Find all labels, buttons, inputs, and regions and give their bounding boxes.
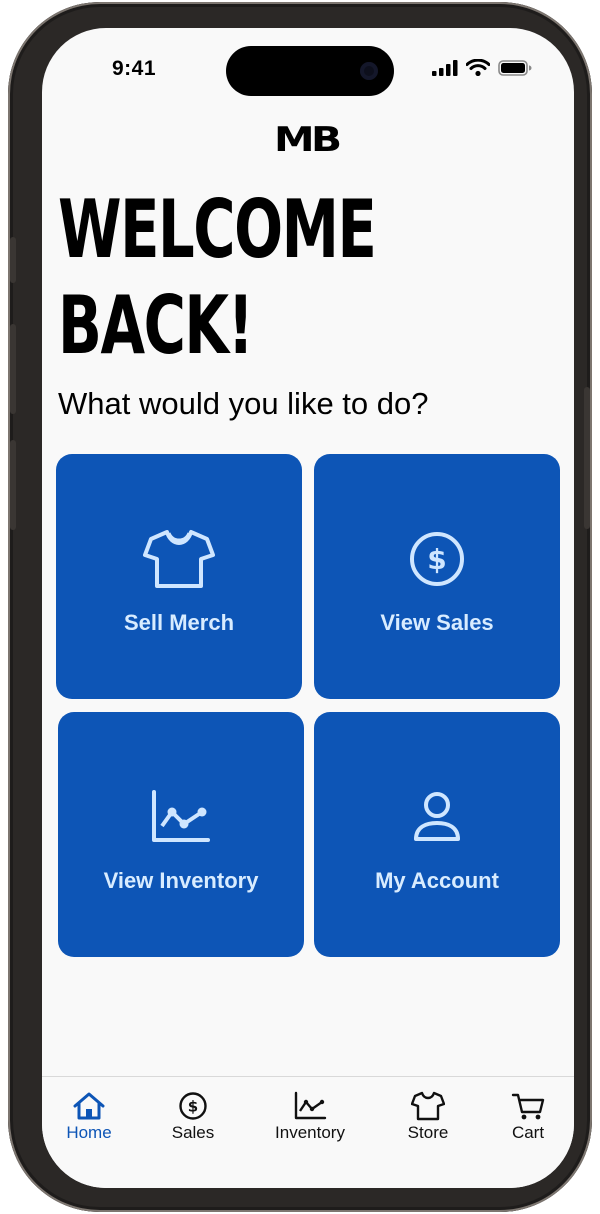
sell-merch-button[interactable]: Sell Merch: [56, 454, 302, 699]
page-title: WELCOME BACK!: [58, 182, 377, 374]
view-inventory-button[interactable]: View Inventory: [58, 712, 304, 957]
sell-merch-label: Sell Merch: [123, 610, 235, 635]
view-sales-button[interactable]: $ View Sales: [314, 454, 560, 699]
person-icon: [414, 792, 460, 841]
status-time: 9:41: [112, 57, 157, 80]
svg-text:$: $: [427, 543, 446, 576]
page-subtitle: What would you like to do?: [58, 386, 429, 421]
status-icons: [432, 59, 532, 76]
tab-cart-label: Cart: [511, 1123, 545, 1142]
brand-logo: MB: [274, 120, 342, 160]
volume-up-button: [10, 324, 16, 414]
tab-home-label: Home: [66, 1123, 112, 1142]
tab-store-label: Store: [407, 1123, 449, 1142]
line-chart-icon: [294, 1091, 327, 1120]
cart-icon: [511, 1093, 545, 1120]
tab-home[interactable]: Home: [62, 1091, 116, 1143]
title-line-2: BACK!: [58, 279, 254, 372]
my-account-label: My Account: [375, 868, 499, 893]
view-inventory-label: View Inventory: [103, 868, 259, 893]
dollar-circle-icon: $: [410, 532, 464, 586]
tab-sales-label: Sales: [171, 1123, 215, 1142]
status-bar: 9:41: [42, 28, 574, 108]
tab-inventory[interactable]: Inventory: [268, 1091, 352, 1143]
tshirt-icon: [143, 530, 215, 588]
wifi-icon: [466, 59, 490, 76]
tshirt-icon: [411, 1091, 445, 1121]
phone-frame: 9:41 MB WELCOME BACK! What would you lik…: [8, 2, 592, 1212]
dynamic-island: [226, 46, 394, 96]
battery-icon: [498, 59, 532, 76]
volume-down-button: [10, 440, 16, 530]
tab-store[interactable]: Store: [402, 1091, 454, 1143]
title-line-1: WELCOME: [58, 183, 377, 276]
tab-cart[interactable]: Cart: [504, 1091, 552, 1143]
cellular-signal-icon: [432, 59, 458, 76]
screen: 9:41 MB WELCOME BACK! What would you lik…: [42, 28, 574, 1188]
view-sales-label: View Sales: [380, 610, 494, 635]
tab-bar: Home $ Sales Inventory Store Cart: [42, 1076, 574, 1188]
svg-text:$: $: [188, 1098, 198, 1116]
side-button: [584, 387, 590, 529]
camera-icon: [360, 62, 378, 80]
my-account-button[interactable]: My Account: [314, 712, 560, 957]
line-chart-icon: [152, 790, 210, 842]
action-button: [10, 237, 16, 283]
tab-sales[interactable]: $ Sales: [166, 1091, 220, 1143]
dollar-circle-icon: $: [179, 1092, 207, 1120]
tab-inventory-label: Inventory: [275, 1123, 345, 1142]
house-icon: [73, 1092, 105, 1120]
